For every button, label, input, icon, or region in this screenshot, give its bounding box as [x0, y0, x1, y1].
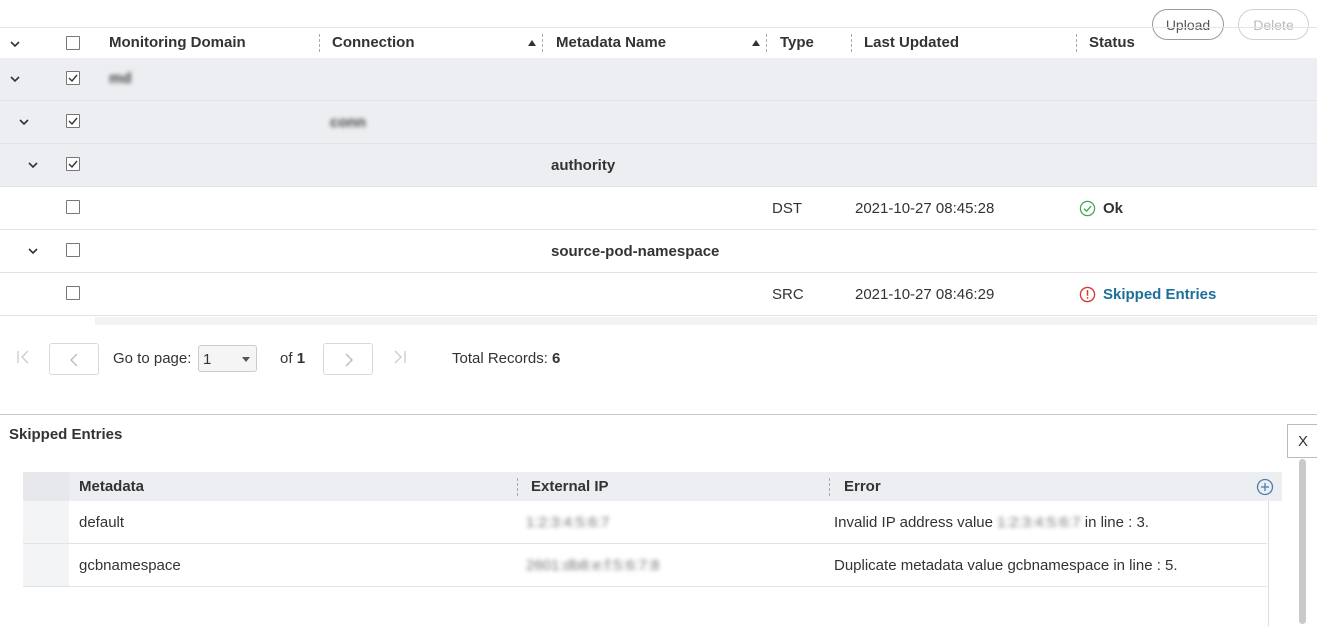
table-row[interactable]: DST 2021-10-27 08:45:28 Ok — [0, 187, 1317, 230]
col-divider — [766, 34, 767, 52]
table-row[interactable]: source-pod-namespace — [0, 230, 1317, 273]
table-row[interactable]: conn — [0, 101, 1317, 144]
collapse-chevron-icon[interactable] — [7, 71, 23, 87]
col-divider — [542, 34, 543, 52]
collapse-chevron-icon[interactable] — [16, 114, 32, 130]
col-monitoring-domain[interactable]: Monitoring Domain — [109, 34, 246, 51]
prev-page-button[interactable] — [49, 343, 99, 375]
chevron-right-icon — [345, 353, 353, 367]
inner-scroll-track — [1268, 501, 1269, 626]
table-row[interactable]: authority — [0, 144, 1317, 187]
select-all-checkbox[interactable] — [66, 36, 80, 50]
col-divider — [829, 478, 830, 496]
row-checkbox[interactable] — [66, 71, 80, 85]
metadata-name-value: authority — [551, 157, 616, 174]
page-select[interactable]: 1 — [198, 345, 257, 372]
table-row[interactable]: SRC 2021-10-27 08:46:29 Skipped Entries — [0, 273, 1317, 316]
caret-down-icon — [242, 357, 250, 362]
grid-header: Monitoring Domain Connection Metadata Na… — [0, 27, 1317, 58]
metadata-name-value: source-pod-namespace — [551, 243, 720, 260]
chevron-left-icon — [70, 353, 78, 367]
error-value: Invalid IP address value 1:2:3:4:5:6:7 i… — [834, 514, 1149, 531]
sort-asc-icon[interactable] — [752, 40, 760, 46]
first-page-icon[interactable] — [16, 350, 32, 364]
col-metadata-name[interactable]: Metadata Name — [556, 34, 666, 51]
row-checkbox[interactable] — [66, 157, 80, 171]
connection-value: conn — [330, 114, 366, 131]
metadata-value: gcbnamespace — [79, 557, 181, 574]
type-value: DST — [772, 200, 802, 217]
status-skipped-link[interactable]: Skipped Entries — [1103, 286, 1216, 303]
row-checkbox[interactable] — [66, 286, 80, 300]
external-ip-value: 1:2:3:4:5:6:7 — [526, 514, 610, 531]
type-value: SRC — [772, 286, 804, 303]
table-row[interactable]: default 1:2:3:4:5:6:7 Invalid IP address… — [23, 501, 1267, 544]
last-updated-value: 2021-10-27 08:45:28 — [855, 200, 995, 217]
table-row[interactable]: gcbnamespace 2601:db8:e:f:5:6:7:8 Duplic… — [23, 544, 1267, 587]
table-row[interactable]: md — [0, 58, 1317, 101]
panel-title: Skipped Entries — [9, 426, 123, 443]
status-ok: Ok — [1103, 200, 1124, 217]
of-label: of 1 — [280, 350, 306, 367]
col-divider — [517, 478, 518, 496]
row-checkbox[interactable] — [66, 114, 80, 128]
row-checkbox[interactable] — [66, 243, 80, 257]
skipped-table-header: Metadata External IP Error — [23, 472, 1282, 501]
expand-all-chevron-icon[interactable] — [7, 36, 23, 52]
alert-circle-icon — [1079, 286, 1096, 303]
metadata-value: default — [79, 514, 125, 531]
close-panel-button[interactable]: X — [1287, 424, 1317, 458]
col-metadata[interactable]: Metadata — [79, 478, 144, 495]
error-value: Duplicate metadata value gcbnamespace in… — [834, 557, 1178, 574]
col-status[interactable]: Status — [1089, 34, 1135, 51]
total-records: Total Records: 6 — [452, 350, 561, 367]
next-page-button[interactable] — [323, 343, 373, 375]
sort-asc-icon[interactable] — [528, 40, 536, 46]
col-divider — [319, 34, 320, 52]
external-ip-value: 2601:db8:e:f:5:6:7:8 — [526, 557, 660, 574]
collapse-chevron-icon[interactable] — [25, 243, 41, 259]
add-column-icon[interactable] — [1256, 478, 1274, 496]
col-last-updated[interactable]: Last Updated — [864, 34, 959, 51]
last-page-icon[interactable] — [391, 350, 407, 364]
col-divider — [851, 34, 852, 52]
go-to-page-label: Go to page: — [113, 350, 192, 367]
panel-divider — [0, 414, 1317, 415]
collapse-chevron-icon[interactable] — [25, 157, 41, 173]
col-type[interactable]: Type — [780, 34, 814, 51]
last-updated-value: 2021-10-27 08:46:29 — [855, 286, 995, 303]
vertical-scrollbar[interactable] — [1299, 459, 1306, 624]
col-connection[interactable]: Connection — [332, 34, 415, 51]
horizontal-scrollbar[interactable] — [95, 317, 1317, 325]
monitoring-domain-value: md — [109, 70, 132, 87]
row-checkbox[interactable] — [66, 200, 80, 214]
check-circle-icon — [1079, 200, 1096, 217]
col-external-ip[interactable]: External IP — [531, 478, 609, 495]
page-select-value: 1 — [203, 351, 212, 368]
col-divider — [1076, 34, 1077, 52]
col-error[interactable]: Error — [844, 478, 881, 495]
